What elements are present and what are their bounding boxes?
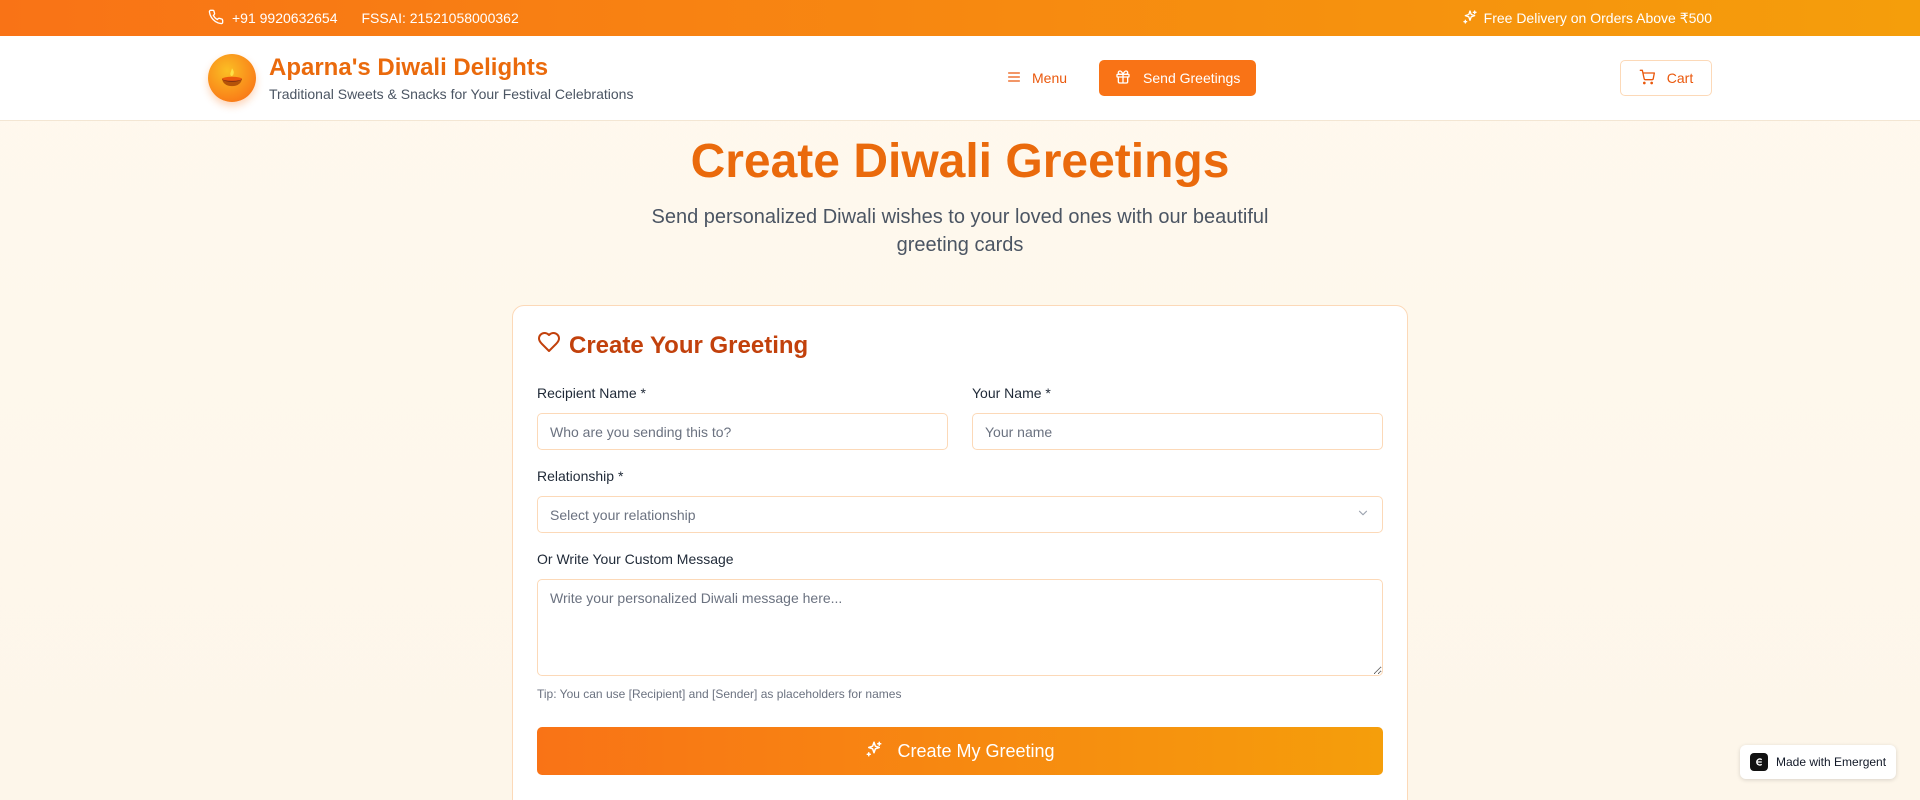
promo-banner: Free Delivery on Orders Above ₹500 xyxy=(1462,9,1712,28)
form-title: Create Your Greeting xyxy=(537,330,1383,361)
phone-icon xyxy=(208,9,224,28)
cart-icon xyxy=(1639,69,1655,88)
emergent-logo-icon xyxy=(1750,753,1768,771)
site-header: Aparna's Diwali Delights Traditional Swe… xyxy=(0,36,1920,121)
create-greeting-button[interactable]: Create My Greeting xyxy=(537,727,1383,775)
top-bar: +91 9920632654 FSSAI: 21521058000362 Fre… xyxy=(0,0,1920,36)
sparkles-icon xyxy=(1462,9,1478,28)
recipient-name-input[interactable] xyxy=(537,413,948,450)
recipient-field: Recipient Name * xyxy=(537,385,948,450)
recipient-label: Recipient Name * xyxy=(537,385,646,401)
placeholder-tip: Tip: You can use [Recipient] and [Sender… xyxy=(537,687,902,701)
brand[interactable]: Aparna's Diwali Delights Traditional Swe… xyxy=(208,54,633,102)
brand-title: Aparna's Diwali Delights xyxy=(269,54,549,81)
send-greetings-label: Send Greetings xyxy=(1143,70,1241,86)
hero: Create Diwali Greetings Send personalize… xyxy=(0,121,1920,259)
name-row: Recipient Name * Your Name * xyxy=(537,385,1383,468)
promo-text: Free Delivery on Orders Above ₹500 xyxy=(1483,9,1712,26)
relationship-label: Relationship * xyxy=(537,468,624,484)
menu-label: Menu xyxy=(1032,70,1068,86)
diya-icon xyxy=(208,54,256,102)
phone-info[interactable]: +91 9920632654 xyxy=(208,9,338,28)
menu-icon xyxy=(1006,69,1022,88)
sparkles-icon xyxy=(865,740,883,763)
sender-name-input[interactable] xyxy=(972,413,1383,450)
brand-subtitle: Traditional Sweets & Snacks for Your Fes… xyxy=(269,86,634,102)
made-with-label: Made with Emergent xyxy=(1776,755,1887,769)
send-greetings-button[interactable]: Send Greetings xyxy=(1099,60,1257,96)
made-with-emergent-badge[interactable]: Made with Emergent xyxy=(1740,745,1897,779)
page-subtitle: Send personalized Diwali wishes to your … xyxy=(651,205,1269,256)
message-field: Or Write Your Custom Message Tip: You ca… xyxy=(537,551,1383,701)
chevron-down-icon xyxy=(1356,506,1370,523)
gift-icon xyxy=(1115,69,1131,88)
relationship-selected-value: Select your relationship xyxy=(550,506,696,523)
fssai-number: FSSAI: 21521058000362 xyxy=(361,10,519,26)
phone-number: +91 9920632654 xyxy=(232,10,338,26)
main-nav: Menu Send Greetings xyxy=(990,60,1257,96)
sender-field: Your Name * xyxy=(972,385,1383,450)
relationship-select[interactable]: Select your relationship xyxy=(537,496,1383,533)
cart-label: Cart xyxy=(1666,70,1694,86)
heart-icon xyxy=(537,330,561,361)
page-title: Create Diwali Greetings xyxy=(690,135,1230,188)
top-bar-contact: +91 9920632654 FSSAI: 21521058000362 xyxy=(208,9,519,28)
menu-button[interactable]: Menu xyxy=(990,60,1083,96)
relationship-field: Relationship * Select your relationship xyxy=(537,468,1383,533)
brand-text: Aparna's Diwali Delights Traditional Swe… xyxy=(269,54,633,102)
form-title-text: Create Your Greeting xyxy=(569,331,809,359)
greeting-form-card: Create Your Greeting Recipient Name * Yo… xyxy=(512,305,1408,800)
message-label: Or Write Your Custom Message xyxy=(537,551,734,567)
sender-label: Your Name * xyxy=(972,385,1051,401)
cart-button[interactable]: Cart xyxy=(1620,60,1712,96)
create-greeting-label: Create My Greeting xyxy=(897,740,1055,761)
custom-message-textarea[interactable] xyxy=(537,579,1383,676)
